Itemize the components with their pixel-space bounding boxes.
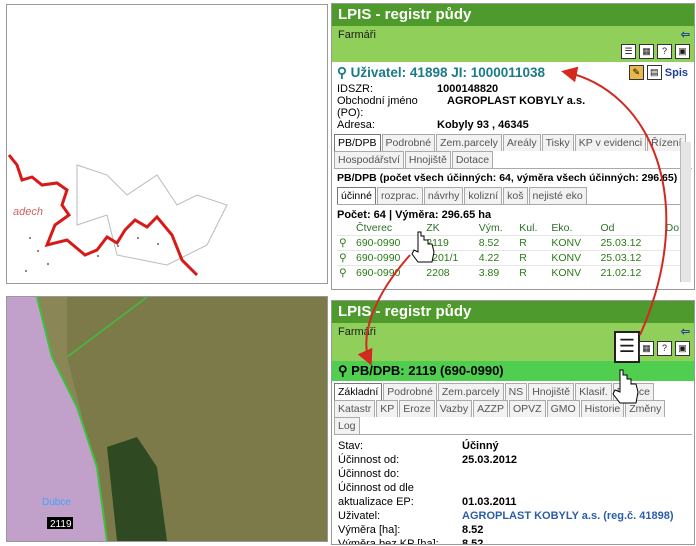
arrow-to-user bbox=[561, 66, 668, 336]
annotation-overlay bbox=[357, 66, 668, 404]
arrow-to-detail bbox=[357, 254, 411, 366]
hand-cursor-icon bbox=[612, 369, 639, 404]
hand-cursor-icon bbox=[411, 231, 435, 263]
